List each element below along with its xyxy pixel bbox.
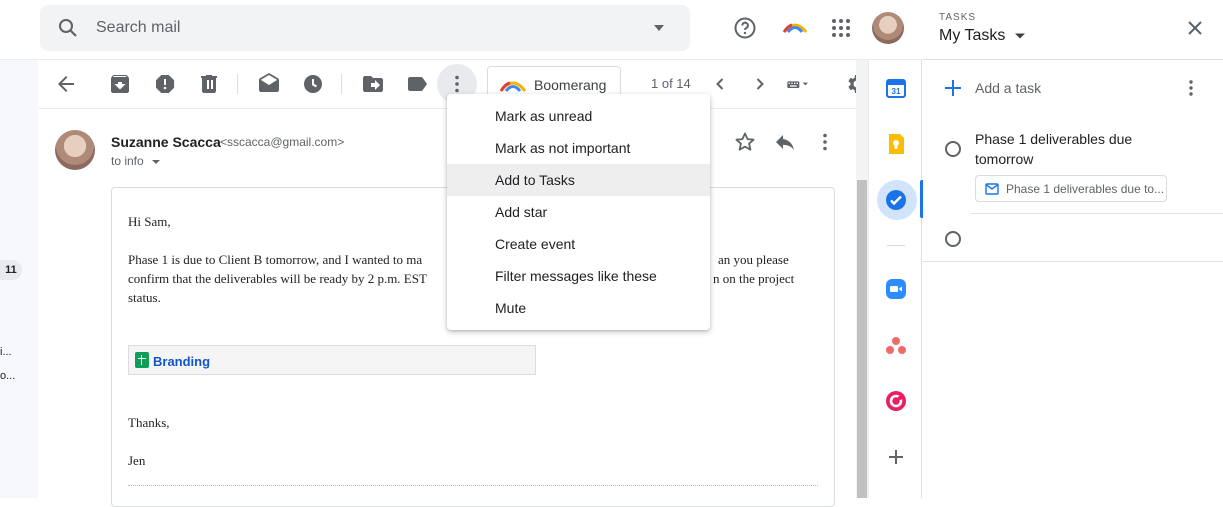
menu-item-mark-unread[interactable]: Mark as unread	[447, 100, 710, 132]
menu-item-add-to-tasks[interactable]: Add to Tasks	[447, 164, 710, 196]
archive-icon[interactable]	[108, 72, 132, 96]
older-chevron-icon[interactable]	[748, 72, 772, 96]
add-task-label[interactable]: Add a task	[975, 80, 1041, 96]
task-divider	[971, 213, 1223, 214]
tasks-panel: TASKS My Tasks Add a task Phase 1 delive…	[923, 0, 1223, 498]
greeting-text: Hi Sam,	[128, 214, 171, 229]
menu-item-filter-messages[interactable]: Filter messages like these	[447, 260, 710, 292]
more-actions-menu: Mark as unread Mark as not important Add…	[447, 94, 710, 330]
star-icon[interactable]	[733, 130, 757, 154]
plus-icon	[945, 80, 961, 96]
account-avatar[interactable]	[872, 12, 904, 44]
svg-text:31: 31	[892, 87, 901, 96]
sender-email: <sscacca@gmail.com>	[220, 135, 345, 149]
newer-chevron-icon[interactable]	[708, 72, 732, 96]
report-spam-icon[interactable]	[153, 72, 177, 96]
body-text: confirm that the deliverables will be re…	[128, 271, 427, 286]
tasks-more-icon[interactable]	[1179, 78, 1203, 98]
task-divider	[923, 261, 1223, 262]
boomerang-label: Boomerang	[534, 77, 607, 93]
task-email-link-chip[interactable]: Phase 1 deliverables due to...	[975, 175, 1167, 202]
rail-divider	[887, 245, 905, 246]
calendar-icon[interactable]: 31	[884, 76, 908, 100]
task-title-line: tomorrow	[975, 151, 1034, 167]
add-addon-icon[interactable]	[884, 445, 908, 469]
boomerang-logo-icon[interactable]	[782, 20, 808, 34]
new-task-checkbox[interactable]	[945, 231, 961, 247]
body-text: status.	[128, 290, 161, 305]
toolbar-divider	[237, 74, 238, 94]
help-icon[interactable]	[733, 16, 757, 40]
close-icon[interactable]	[1185, 18, 1205, 38]
back-arrow-icon[interactable]	[54, 72, 78, 96]
search-input[interactable]: Search mail	[96, 19, 180, 37]
recipient-label: to info	[111, 154, 144, 168]
keep-icon[interactable]	[884, 132, 908, 156]
label-icon[interactable]	[405, 72, 429, 96]
message-more-icon[interactable]	[813, 130, 837, 154]
add-task-button[interactable]	[939, 74, 1159, 102]
task-complete-checkbox[interactable]	[945, 141, 961, 157]
task-list-title: My Tasks	[939, 27, 1006, 44]
attachment-link[interactable]: Branding	[153, 354, 210, 369]
task-list-selector[interactable]: My Tasks	[939, 27, 1026, 45]
sheets-icon	[135, 352, 149, 368]
top-bar: Search mail	[0, 0, 922, 60]
search-icon[interactable]	[56, 16, 80, 40]
drive-attachment-chip[interactable]: Branding	[128, 345, 536, 375]
body-text: n on the project	[713, 271, 795, 286]
chevron-down-icon	[152, 159, 161, 164]
tasks-icon[interactable]	[884, 188, 908, 212]
asana-icon[interactable]	[884, 334, 908, 358]
menu-item-create-event[interactable]: Create event	[447, 228, 710, 260]
zoom-icon[interactable]	[884, 277, 908, 301]
task-title[interactable]: Phase 1 deliverables due tomorrow	[975, 129, 1175, 169]
delete-icon[interactable]	[197, 72, 221, 96]
move-to-icon[interactable]	[361, 72, 385, 96]
task-title-line: Phase 1 deliverables due	[975, 131, 1133, 147]
signature-divider	[128, 485, 818, 486]
menu-item-mute[interactable]: Mute	[447, 292, 710, 324]
chevron-down-icon	[1014, 33, 1025, 39]
body-text: an you please	[718, 252, 789, 267]
menu-item-add-star[interactable]: Add star	[447, 196, 710, 228]
sender-name[interactable]: Suzanne Scacca	[111, 134, 221, 150]
nav-snippet[interactable]: i...	[0, 346, 12, 358]
keyboard-input-icon[interactable]	[786, 72, 810, 96]
tasks-kicker: TASKS	[939, 12, 977, 23]
task-email-link-label: Phase 1 deliverables due to...	[1006, 182, 1165, 196]
mail-icon	[985, 183, 999, 195]
scrollbar-thumb[interactable]	[857, 180, 867, 498]
boomerang-logo-icon	[499, 81, 527, 92]
nav-snippet[interactable]: o...	[0, 370, 15, 382]
unread-count-badge: 11	[0, 260, 22, 280]
clockwise-icon[interactable]	[884, 389, 908, 413]
toolbar-divider	[341, 74, 342, 94]
snooze-clock-icon[interactable]	[301, 72, 325, 96]
tasks-header-divider	[923, 59, 1223, 60]
side-panel-rail: 31	[868, 60, 924, 498]
sender-avatar[interactable]	[55, 130, 95, 170]
closing-text: Thanks,	[128, 415, 170, 430]
signature-text: Jen	[128, 453, 146, 468]
search-box[interactable]: Search mail	[40, 5, 690, 51]
more-vert-icon[interactable]	[445, 72, 469, 96]
recipient-details-toggle[interactable]: to info	[111, 154, 161, 168]
pager-count: 1 of 14	[651, 76, 691, 91]
body-text: Phase 1 is due to Client B tomorrow, and…	[128, 252, 423, 267]
apps-grid-icon[interactable]	[831, 18, 851, 38]
menu-item-mark-not-important[interactable]: Mark as not important	[447, 132, 710, 164]
reply-icon[interactable]	[773, 130, 797, 154]
left-nav-strip: 11 i... o...	[0, 60, 38, 498]
search-options-icon[interactable]	[652, 23, 666, 33]
mark-unread-icon[interactable]	[257, 72, 281, 96]
